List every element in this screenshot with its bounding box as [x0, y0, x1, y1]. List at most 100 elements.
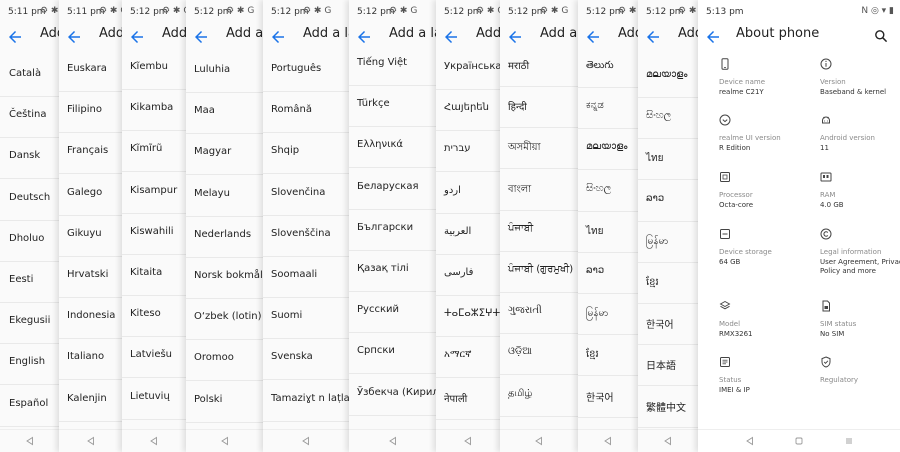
language-item[interactable]: فارسی — [436, 254, 500, 296]
back-arrow-icon[interactable] — [65, 28, 83, 46]
language-item[interactable]: ລາວ — [638, 180, 698, 222]
language-item[interactable]: ଓଡ଼ିଆ — [500, 333, 578, 376]
language-item[interactable]: Қазақ тілі — [349, 250, 436, 292]
language-item[interactable]: தமிழ் — [500, 375, 578, 417]
nav-back-icon[interactable] — [463, 436, 473, 446]
language-item[interactable]: English — [0, 343, 59, 386]
language-item[interactable]: Español — [0, 385, 59, 427]
language-item[interactable]: Հայերեն — [436, 89, 500, 132]
language-item[interactable]: ગુજરાતી — [500, 292, 578, 335]
language-item[interactable]: ລາວ — [578, 252, 638, 294]
language-item[interactable]: हिन्दी — [500, 86, 578, 129]
nav-home-icon[interactable] — [794, 436, 804, 446]
back-arrow-icon[interactable] — [704, 28, 722, 46]
nav-recents-icon[interactable] — [844, 436, 854, 446]
language-item[interactable]: Norsk bokmål — [186, 257, 263, 299]
language-item[interactable]: اردو — [436, 172, 500, 214]
language-item[interactable]: Slovenščina — [263, 215, 349, 257]
language-item[interactable]: ਪੰਜਾਬੀ (ਗੁਰਮੁਖੀ) — [500, 251, 578, 293]
nav-back-icon[interactable] — [25, 436, 35, 446]
back-arrow-icon[interactable] — [192, 28, 210, 46]
language-item[interactable]: Soomaali — [263, 256, 349, 298]
language-item[interactable]: မြန်မာ — [638, 221, 698, 263]
language-item[interactable]: ಕನ್ನಡ — [578, 87, 638, 130]
language-item[interactable]: Melayu — [186, 175, 263, 217]
language-item[interactable]: Dholuo — [0, 220, 59, 262]
language-item[interactable]: Dansk — [0, 137, 59, 180]
language-item[interactable]: മലയാളം — [578, 128, 638, 171]
language-item[interactable]: မြန်မာ — [578, 293, 638, 336]
language-item[interactable]: Kalenjin — [59, 380, 122, 422]
language-item[interactable]: मराठी — [500, 45, 578, 87]
nav-back-icon[interactable] — [86, 436, 96, 446]
language-item[interactable]: Kĩmĩrũ — [122, 130, 186, 173]
language-item[interactable]: Euskara — [59, 50, 122, 92]
language-item[interactable]: Latviešu — [122, 336, 186, 379]
language-item[interactable]: Български — [349, 209, 436, 251]
language-item[interactable]: Tamaziɣt n laṭlaṣ — [263, 380, 349, 422]
language-item[interactable]: Nederlands — [186, 216, 263, 258]
language-item[interactable]: മലയാളം — [638, 56, 698, 98]
language-item[interactable]: Filipino — [59, 91, 122, 134]
nav-back-icon[interactable] — [745, 436, 755, 446]
nav-back-icon[interactable] — [603, 436, 613, 446]
language-item[interactable]: Italiano — [59, 338, 122, 381]
language-item[interactable]: Polski — [186, 381, 263, 423]
language-item[interactable]: Gikuyu — [59, 215, 122, 257]
language-item[interactable]: O‘zbek (lotin) — [186, 298, 263, 341]
language-item[interactable]: Беларуская — [349, 168, 436, 210]
language-item[interactable]: ไทย — [578, 211, 638, 253]
back-arrow-icon[interactable] — [6, 28, 24, 46]
nav-back-icon[interactable] — [301, 436, 311, 446]
language-item[interactable]: Kisampur — [122, 172, 186, 214]
back-arrow-icon[interactable] — [269, 28, 287, 46]
language-item[interactable]: Maa — [186, 92, 263, 135]
language-item[interactable]: Ekegusii — [0, 302, 59, 345]
language-item[interactable]: Magyar — [186, 133, 263, 176]
language-item[interactable]: Luluhia — [186, 51, 263, 93]
language-item[interactable]: Slovenčina — [263, 174, 349, 216]
language-item[interactable]: Kĩembu — [122, 48, 186, 90]
language-item[interactable]: Українська — [436, 48, 500, 90]
language-item[interactable]: Shqip — [263, 132, 349, 175]
nav-back-icon[interactable] — [663, 436, 673, 446]
language-item[interactable]: Português — [263, 50, 349, 92]
language-item[interactable]: ਪੰਜਾਬੀ — [500, 210, 578, 252]
language-item[interactable]: नेपाली — [436, 378, 500, 420]
language-item[interactable]: Kitaita — [122, 254, 186, 296]
language-item[interactable]: አማርኛ — [436, 336, 500, 379]
language-item[interactable]: Indonesia — [59, 297, 122, 340]
nav-back-icon[interactable] — [220, 436, 230, 446]
language-item[interactable]: සිංහල — [578, 170, 638, 212]
language-item[interactable]: Suomi — [263, 297, 349, 340]
back-arrow-icon[interactable] — [584, 28, 602, 46]
language-item[interactable]: Türkçe — [349, 85, 436, 128]
language-item[interactable]: Lietuvių — [122, 378, 186, 420]
nav-back-icon[interactable] — [534, 436, 544, 446]
back-arrow-icon[interactable] — [506, 28, 524, 46]
language-item[interactable]: Hrvatski — [59, 256, 122, 298]
language-item[interactable]: Français — [59, 132, 122, 175]
language-item[interactable]: Svenska — [263, 338, 349, 381]
language-item[interactable]: ខ្មែរ — [578, 334, 638, 377]
back-arrow-icon[interactable] — [644, 28, 662, 46]
language-item[interactable]: Ελληνικά — [349, 126, 436, 169]
language-item[interactable]: অসমীয়া — [500, 127, 578, 170]
language-item[interactable]: తెలుగు — [578, 46, 638, 88]
language-item[interactable]: Català — [0, 55, 59, 97]
language-item[interactable]: Oromoo — [186, 339, 263, 382]
language-item[interactable]: සිංහල — [638, 97, 698, 140]
language-item[interactable]: ខ្មែរ — [638, 262, 698, 304]
language-item[interactable]: Deutsch — [0, 179, 59, 221]
back-arrow-icon[interactable] — [442, 28, 460, 46]
language-item[interactable]: ⵜⴰⵎⴰⵣⵉⵖⵜ — [436, 295, 500, 338]
language-item[interactable]: Kiteso — [122, 295, 186, 338]
language-item[interactable]: Српски — [349, 332, 436, 375]
language-item[interactable]: 日本語 — [638, 344, 698, 387]
language-item[interactable]: Kikamba — [122, 89, 186, 132]
back-arrow-icon[interactable] — [128, 28, 146, 46]
language-item[interactable]: বাংলা — [500, 169, 578, 211]
language-item[interactable]: Kiswahili — [122, 213, 186, 255]
language-item[interactable]: Tiếng Việt — [349, 44, 436, 86]
language-item[interactable]: Ўзбекча (Кирил) — [349, 374, 436, 416]
